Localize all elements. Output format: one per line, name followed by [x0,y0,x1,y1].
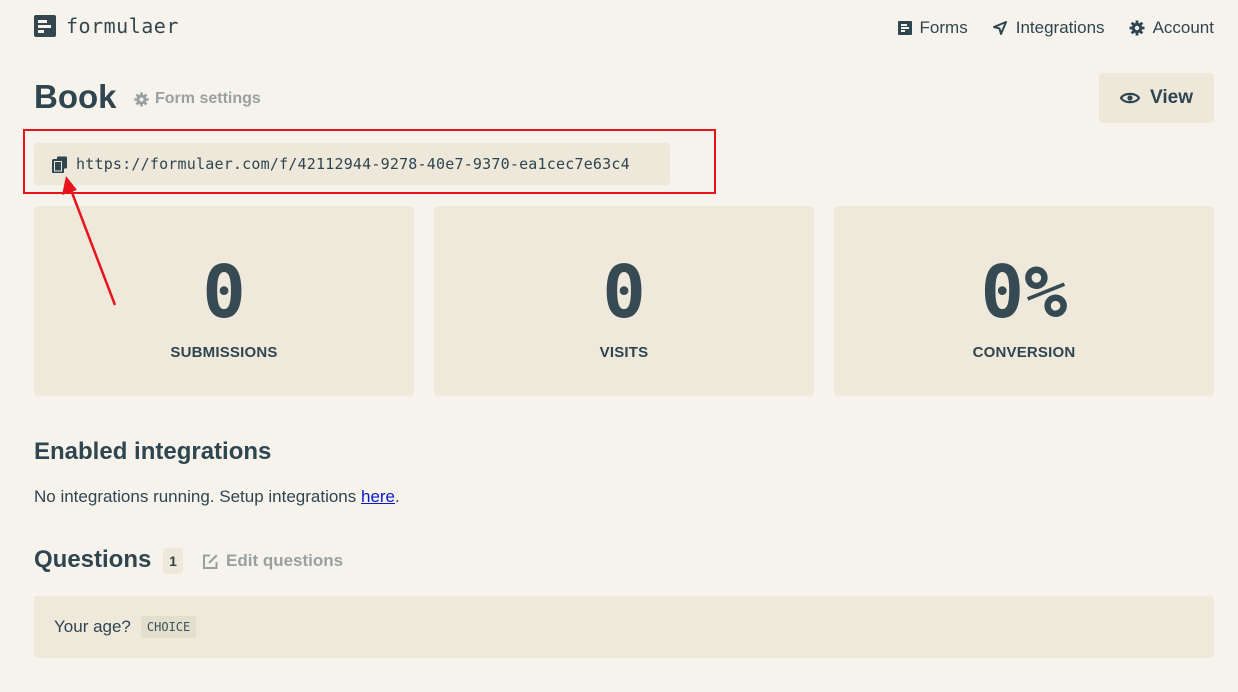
eye-icon [1120,92,1141,104]
stat-label: VISITS [599,344,649,361]
integrations-icon [992,21,1007,35]
gear-icon [1129,20,1145,36]
nav-account[interactable]: Account [1129,18,1214,38]
view-button[interactable]: View [1099,73,1214,123]
logo-text: formulaer [66,14,179,38]
edit-questions-label: Edit questions [226,551,344,570]
nav-forms-label: Forms [919,18,968,37]
stat-label: SUBMISSIONS [170,344,278,361]
question-row[interactable]: Your age? CHOICE [34,596,1214,658]
stat-card-conversion: 0% CONVERSION [834,206,1214,396]
integrations-heading: Enabled integrations [34,438,272,465]
page-title: Book [34,78,117,115]
questions-count-badge: 1 [163,548,183,574]
view-button-label: View [1150,87,1193,108]
stat-card-submissions: 0 SUBMISSIONS [34,206,414,396]
nav-integrations-label: Integrations [1015,18,1105,37]
logo[interactable]: formulaer [34,14,179,38]
gear-icon [134,91,149,107]
edit-icon [203,554,218,569]
stat-label: CONVERSION [972,344,1076,361]
forms-icon [897,21,912,35]
stat-value: 0 [202,250,246,334]
annotation-highlight-box [23,129,716,194]
form-settings-label: Form settings [155,90,261,107]
question-text: Your age? [54,617,131,636]
logo-icon [34,15,56,37]
questions-heading: Questions [34,546,152,573]
nav-account-label: Account [1152,18,1214,37]
stat-card-visits: 0 VISITS [434,206,814,396]
integrations-setup-link[interactable]: here [361,487,395,506]
integrations-message: No integrations running. Setup integrati… [34,487,400,507]
stat-value: 0 [602,250,646,334]
integrations-text: No integrations running. Setup integrati… [34,487,361,506]
top-nav: Forms Integrations Account [897,18,1214,38]
nav-integrations[interactable]: Integrations [992,18,1105,38]
stat-value: 0% [980,250,1068,334]
integrations-suffix: . [395,487,400,506]
nav-forms[interactable]: Forms [897,18,968,38]
edit-questions-link[interactable]: Edit questions [202,551,343,571]
question-type-badge: CHOICE [140,616,197,638]
form-settings-link[interactable]: Form settings [134,90,261,108]
